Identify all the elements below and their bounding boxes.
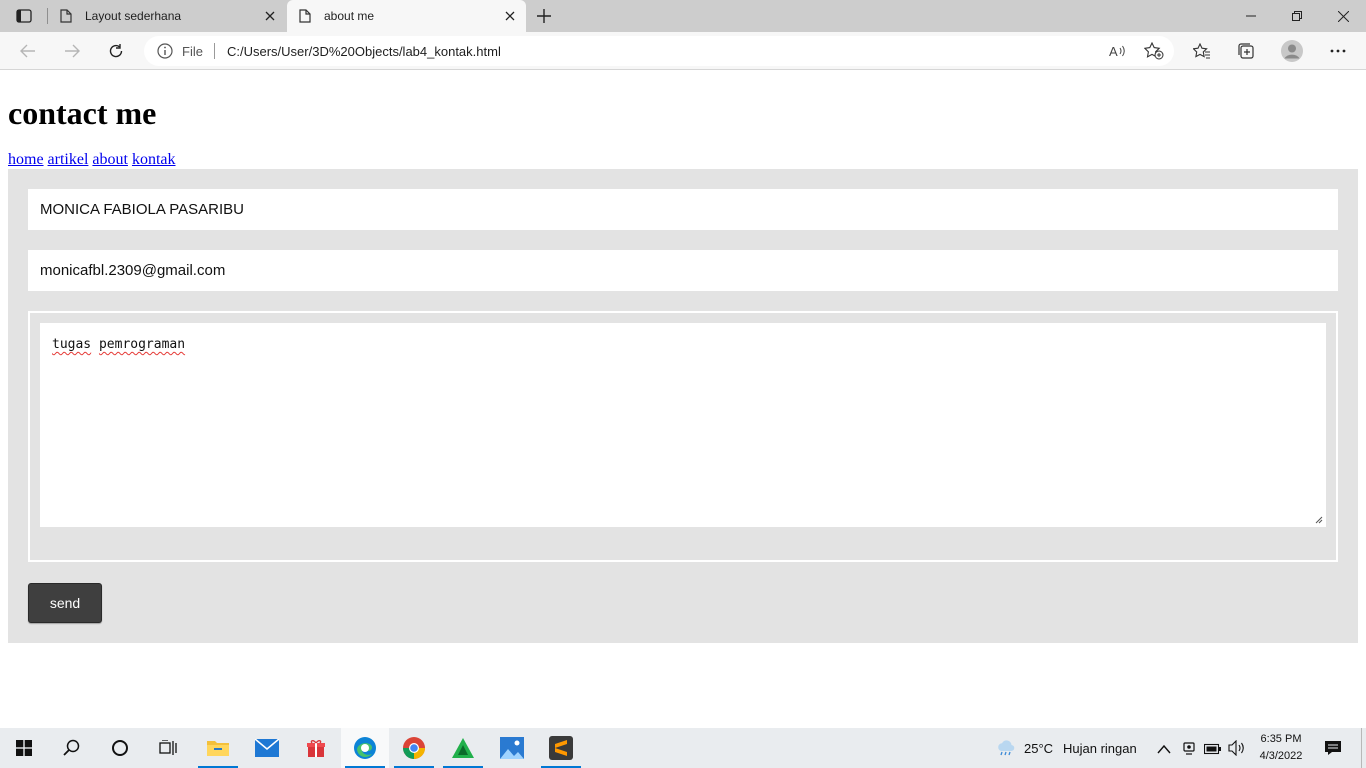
pycharm-app-icon[interactable] [439, 728, 487, 768]
clock-time: 6:35 PM [1260, 733, 1302, 745]
url-text[interactable]: C:/Users/User/3D%20Objects/lab4_kontak.h… [227, 44, 501, 59]
meet-now-icon[interactable] [1182, 740, 1196, 761]
clock-date: 4/3/2022 [1259, 750, 1303, 762]
file-explorer-icon[interactable] [194, 728, 242, 768]
collections-icon[interactable] [1232, 38, 1260, 64]
svg-text:A: A [1109, 44, 1118, 59]
tab-about-me[interactable]: about me [287, 0, 526, 32]
contact-form: MONICA FABIOLA PASARIBU monicafbl.2309@g… [8, 169, 1358, 643]
message-word: pemrograman [98, 337, 186, 352]
page-icon [299, 9, 311, 26]
refresh-button[interactable] [102, 38, 130, 64]
gift-app-icon[interactable] [292, 728, 340, 768]
page-title: contact me [8, 95, 157, 131]
show-desktop-button[interactable] [1361, 728, 1366, 768]
task-view-icon[interactable] [144, 728, 192, 768]
forward-button[interactable] [58, 38, 86, 64]
nav-link-home[interactable]: home [8, 151, 44, 168]
edge-browser-icon[interactable] [341, 728, 389, 768]
restore-button[interactable] [1274, 0, 1320, 32]
cortana-icon[interactable] [96, 728, 144, 768]
page-icon [60, 9, 72, 26]
info-icon[interactable] [157, 43, 173, 64]
message-textarea[interactable]: tugas pemrograman [40, 323, 1326, 527]
nav-link-about[interactable]: about [92, 151, 128, 168]
close-window-button[interactable] [1320, 0, 1366, 32]
favorites-icon[interactable] [1188, 38, 1216, 64]
browser-toolbar: File C:/Users/User/3D%20Objects/lab4_kon… [0, 32, 1366, 70]
photos-app-icon[interactable] [488, 728, 536, 768]
start-button[interactable] [0, 728, 48, 768]
taskbar: 25°C Hujan ringan 6:35 PM 4/3/2022 [0, 728, 1366, 768]
address-bar[interactable]: File C:/Users/User/3D%20Objects/lab4_kon… [144, 36, 1174, 66]
more-menu-icon[interactable] [1324, 38, 1352, 64]
read-aloud-icon[interactable]: A [1107, 41, 1129, 61]
volume-icon[interactable] [1228, 739, 1246, 761]
nav-links: home artikel about kontak [8, 151, 176, 169]
chrome-browser-icon[interactable] [390, 728, 438, 768]
add-favorite-icon[interactable] [1143, 41, 1165, 61]
send-button[interactable]: send [28, 583, 102, 623]
back-button[interactable] [14, 38, 42, 64]
browser-tab-bar: Layout sederhana about me [0, 0, 1366, 32]
tab-title: about me [324, 9, 375, 23]
sublime-text-icon[interactable] [537, 728, 585, 768]
weather-description[interactable]: Hujan ringan [1063, 741, 1137, 756]
minimize-button[interactable] [1228, 0, 1274, 32]
mail-icon[interactable] [243, 728, 291, 768]
close-tab-icon[interactable] [262, 8, 278, 24]
message-fieldset: tugas pemrograman [28, 311, 1338, 562]
chevron-up-icon[interactable] [1157, 741, 1171, 759]
battery-icon[interactable] [1203, 742, 1222, 760]
profile-avatar[interactable] [1278, 38, 1306, 64]
close-tab-icon[interactable] [502, 8, 518, 24]
weather-icon[interactable] [996, 740, 1016, 761]
page-content: contact me home artikel about kontak MON… [0, 71, 1366, 728]
nav-link-artikel[interactable]: artikel [48, 151, 89, 168]
search-icon[interactable] [48, 728, 96, 768]
message-word: tugas [52, 337, 92, 352]
weather-temperature[interactable]: 25°C [1024, 741, 1053, 756]
name-input[interactable]: MONICA FABIOLA PASARIBU [28, 189, 1338, 230]
notification-center-icon[interactable] [1324, 740, 1342, 761]
resize-grip-icon[interactable] [1315, 516, 1323, 524]
address-separator [214, 43, 215, 59]
nav-link-kontak[interactable]: kontak [132, 151, 176, 168]
tab-title: Layout sederhana [85, 9, 182, 23]
tab-layout-sederhana[interactable]: Layout sederhana [48, 0, 286, 32]
new-tab-button[interactable] [532, 4, 556, 28]
system-clock[interactable]: 6:35 PM 4/3/2022 [1252, 731, 1310, 765]
tab-actions-icon[interactable] [8, 4, 40, 28]
email-input[interactable]: monicafbl.2309@gmail.com [28, 250, 1338, 291]
scheme-label: File [182, 44, 203, 59]
